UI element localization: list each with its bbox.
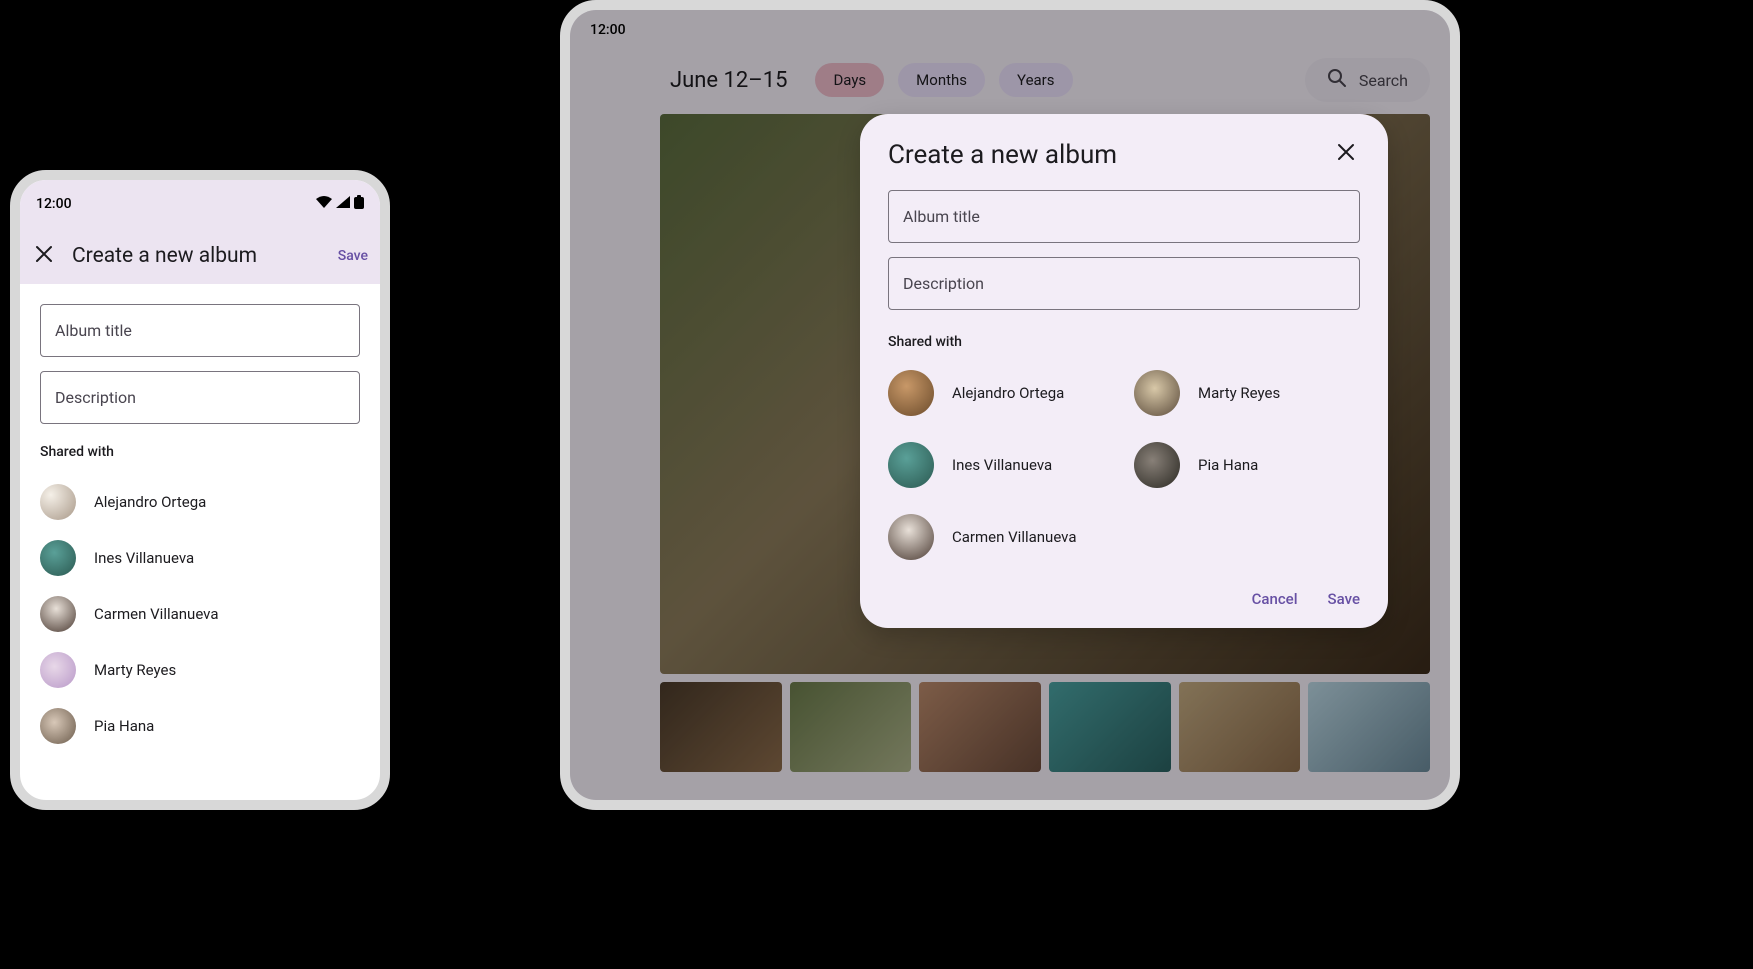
person-name: Pia Hana <box>1198 456 1258 474</box>
dialog-actions: Cancel Save <box>888 590 1360 608</box>
tablet-top-bar: June 12–15 Days Months Years Search <box>570 50 1450 114</box>
photo-thumbnail[interactable] <box>790 682 912 772</box>
shared-with-label: Shared with <box>888 334 1360 350</box>
status-time: 12:00 <box>590 22 626 38</box>
page-title: Create a new album <box>72 244 322 268</box>
search-placeholder: Search <box>1359 71 1408 90</box>
people-grid: Alejandro Ortega Marty Reyes Ines Villanue… <box>888 364 1360 566</box>
person-row[interactable]: Ines Villanueva <box>888 436 1114 494</box>
tablet-status-bar: 12:00 <box>570 10 1450 50</box>
avatar <box>40 708 76 744</box>
person-row[interactable]: Carmen Villanueva <box>40 586 360 642</box>
photo-thumbnail[interactable] <box>1049 682 1171 772</box>
status-time: 12:00 <box>36 196 72 212</box>
save-button[interactable]: Save <box>338 248 368 264</box>
close-icon[interactable] <box>1332 142 1360 168</box>
tab-years[interactable]: Years <box>999 63 1072 97</box>
cancel-button[interactable]: Cancel <box>1252 590 1298 608</box>
date-range: June 12–15 <box>670 68 787 93</box>
album-title-input[interactable]: Album title <box>888 190 1360 243</box>
avatar <box>40 484 76 520</box>
status-icons <box>316 195 364 213</box>
person-name: Alejandro Ortega <box>94 493 206 511</box>
person-name: Pia Hana <box>94 717 154 735</box>
person-name: Alejandro Ortega <box>952 384 1064 402</box>
person-name: Marty Reyes <box>1198 384 1280 402</box>
photo-thumbnail[interactable] <box>1308 682 1430 772</box>
create-album-dialog: Create a new album Album title Descripti… <box>860 114 1388 628</box>
tablet-frame: 12:00 June 12–15 Days Months Years Searc… <box>560 0 1460 810</box>
wifi-icon <box>316 196 332 212</box>
photo-thumbnail[interactable] <box>919 682 1041 772</box>
person-row[interactable]: Alejandro Ortega <box>40 474 360 530</box>
search-input[interactable]: Search <box>1305 58 1430 102</box>
avatar <box>888 514 934 560</box>
thumbnail-row <box>660 682 1430 772</box>
avatar <box>888 442 934 488</box>
person-name: Ines Villanueva <box>94 549 194 567</box>
person-name: Carmen Villanueva <box>952 528 1077 546</box>
battery-icon <box>354 195 364 213</box>
person-row[interactable]: Pia Hana <box>40 698 360 754</box>
search-icon <box>1327 68 1347 92</box>
avatar <box>40 540 76 576</box>
close-icon[interactable] <box>32 244 56 269</box>
avatar <box>40 652 76 688</box>
person-name: Marty Reyes <box>94 661 176 679</box>
tab-months[interactable]: Months <box>898 63 985 97</box>
tab-days[interactable]: Days <box>815 63 884 97</box>
signal-icon <box>336 196 350 212</box>
phone-status-bar: 12:00 <box>20 180 380 228</box>
phone-body: Album title Description Shared with Alej… <box>20 284 380 754</box>
album-title-input[interactable]: Album title <box>40 304 360 357</box>
phone-app-bar: Create a new album Save <box>20 228 380 284</box>
person-name: Carmen Villanueva <box>94 605 219 623</box>
phone-frame: 12:00 Create a new album Save Album titl… <box>10 170 390 810</box>
photo-thumbnail[interactable] <box>660 682 782 772</box>
avatar <box>1134 442 1180 488</box>
dialog-title: Create a new album <box>888 140 1117 170</box>
avatar <box>1134 370 1180 416</box>
person-row[interactable]: Marty Reyes <box>40 642 360 698</box>
person-row[interactable]: Ines Villanueva <box>40 530 360 586</box>
avatar <box>40 596 76 632</box>
person-row[interactable]: Alejandro Ortega <box>888 364 1114 422</box>
person-row[interactable]: Marty Reyes <box>1134 364 1360 422</box>
people-list: Alejandro Ortega Ines Villanueva Carmen Vi… <box>40 474 360 754</box>
person-row[interactable]: Carmen Villanueva <box>888 508 1114 566</box>
photo-thumbnail[interactable] <box>1179 682 1301 772</box>
description-input[interactable]: Description <box>40 371 360 424</box>
description-input[interactable]: Description <box>888 257 1360 310</box>
person-name: Ines Villanueva <box>952 456 1052 474</box>
save-button[interactable]: Save <box>1328 590 1360 608</box>
shared-with-label: Shared with <box>40 444 360 460</box>
avatar <box>888 370 934 416</box>
person-row[interactable]: Pia Hana <box>1134 436 1360 494</box>
